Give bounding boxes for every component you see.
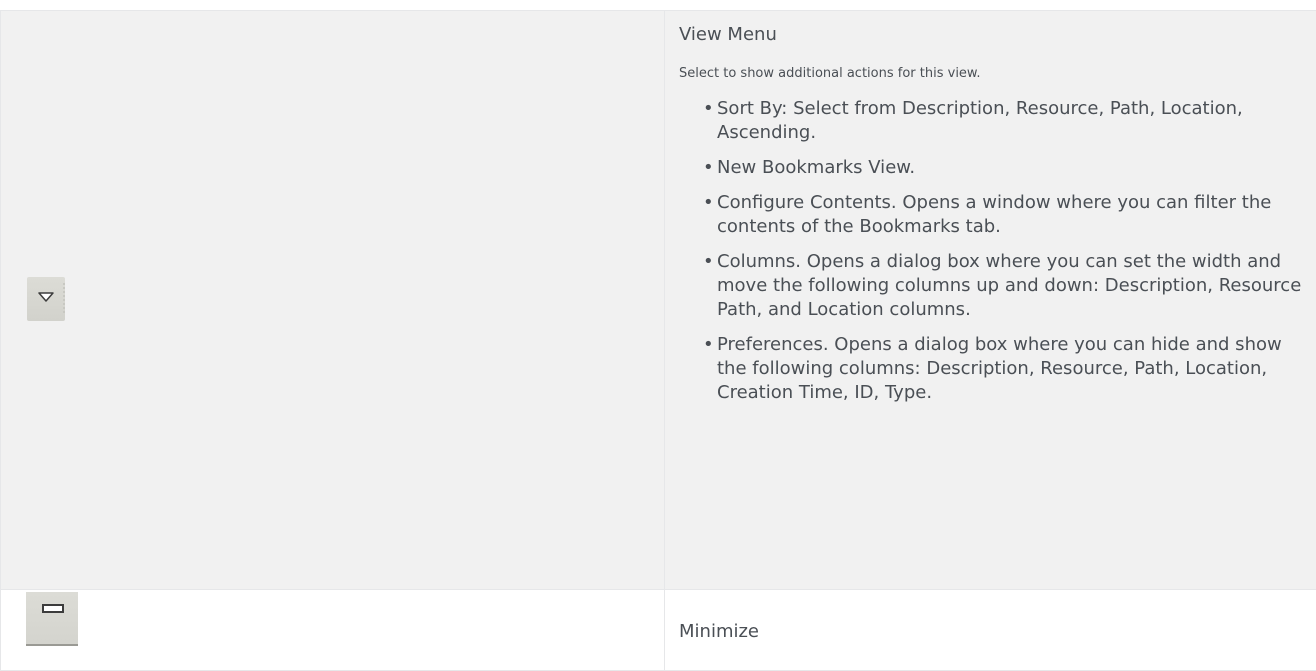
list-item: • Sort By: Select from Description, Resou… — [703, 98, 1243, 143]
bullet: • — [703, 192, 714, 213]
description-cell: Minimize — [664, 589, 1316, 671]
list-item: • New Bookmarks View. — [703, 157, 916, 178]
view-menu-subtitle: Select to show additional actions for th… — [679, 66, 981, 81]
list-item: • Columns. Opens a dialog box where you c… — [703, 251, 1302, 320]
list-item: • Preferences. Opens a dialog box where y… — [703, 334, 1282, 403]
bullet: • — [703, 157, 714, 178]
icon-description-table: View Menu Select to show additional acti… — [0, 10, 1316, 671]
view-menu-triangle-icon — [27, 277, 65, 321]
icon-cell — [0, 589, 665, 671]
bullet: • — [703, 334, 714, 355]
table-row-minimize: Minimize — [0, 589, 1316, 671]
icon-cell — [0, 10, 665, 590]
bullet: • — [703, 98, 714, 119]
description-cell: View Menu Select to show additional acti… — [664, 10, 1316, 590]
view-menu-title: View Menu — [679, 24, 777, 45]
view-menu-actions-list: • Sort By: Select from Description, Resou… — [679, 97, 1316, 405]
list-item: • Configure Contents. Opens a window wher… — [703, 192, 1272, 237]
minimize-icon — [26, 592, 78, 646]
table-row-view-menu: View Menu Select to show additional acti… — [0, 10, 1316, 590]
minimize-title: Minimize — [679, 621, 759, 642]
bullet: • — [703, 251, 714, 272]
